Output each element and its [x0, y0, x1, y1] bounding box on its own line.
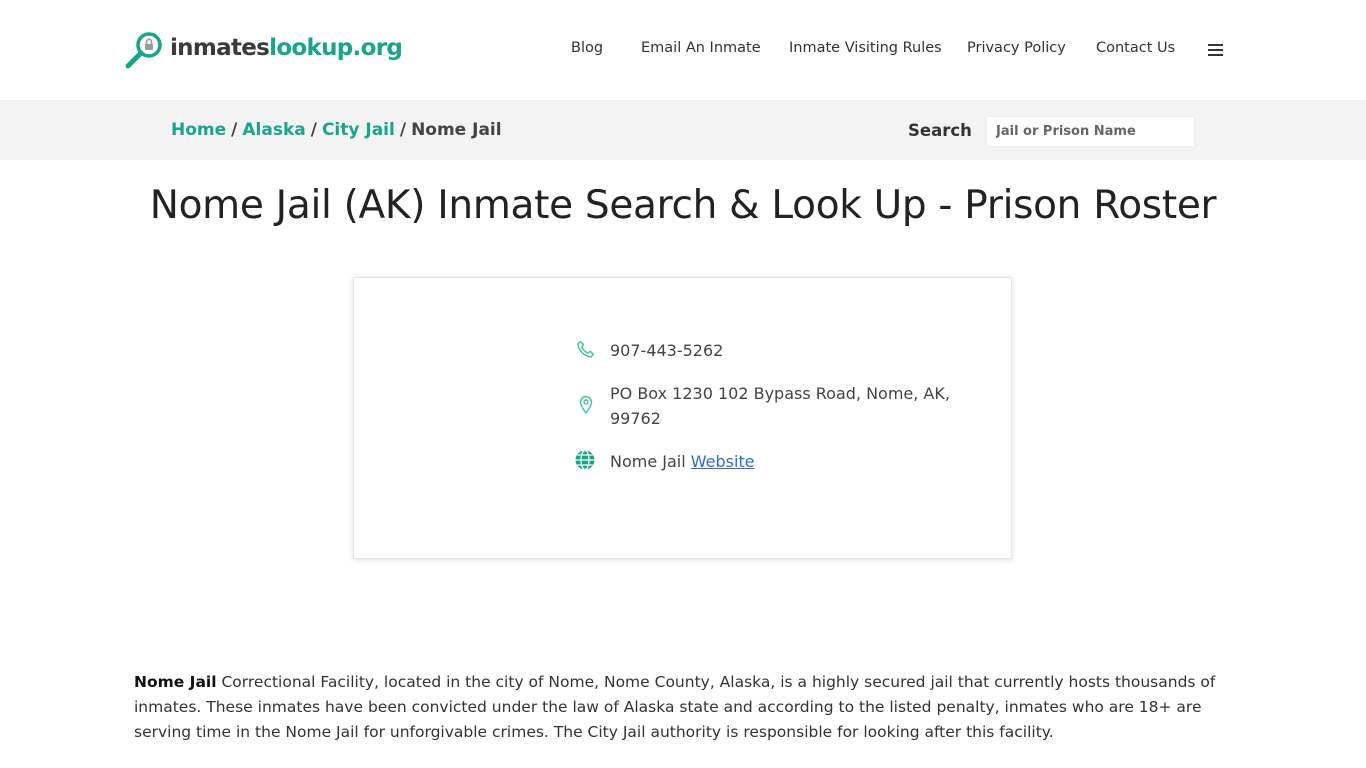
website-link[interactable]: Website [691, 452, 755, 471]
globe-icon [575, 449, 595, 471]
breadcrumb-current: Nome Jail [411, 120, 502, 140]
page-title: Nome Jail (AK) Inmate Search & Look Up -… [149, 183, 1217, 228]
breadcrumb-home[interactable]: Home [171, 120, 226, 140]
description-lead: Nome Jail [134, 673, 217, 691]
address-text: PO Box 1230 102 Bypass Road, Nome, AK, 9… [610, 384, 950, 428]
breadcrumb-alaska[interactable]: Alaska [242, 120, 305, 140]
website-text: Nome Jail Website [610, 449, 950, 474]
map-pin-icon [579, 395, 593, 415]
nav-email-an-inmate[interactable]: Email An Inmate [641, 40, 761, 56]
breadcrumb-separator: / [231, 120, 238, 140]
nav-privacy-policy[interactable]: Privacy Policy [967, 40, 1066, 56]
search-input[interactable] [986, 116, 1195, 147]
breadcrumb-city-jail[interactable]: City Jail [322, 120, 395, 140]
hamburger-menu-icon[interactable] [1208, 44, 1224, 57]
site-header: inmateslookup.org Blog Email An Inmate I… [0, 0, 1366, 100]
phone-icon [577, 340, 594, 358]
contact-card: 907-443-5262 PO Box 1230 102 Bypass Road… [353, 277, 1012, 559]
description-text: Correctional Facility, located in the ci… [134, 673, 1216, 741]
breadcrumb-separator: / [310, 120, 317, 140]
facility-description: Nome Jail Correctional Facility, located… [134, 670, 1224, 745]
nav-contact-us[interactable]: Contact Us [1096, 40, 1175, 56]
breadcrumb-separator: / [399, 120, 407, 140]
search-label: Search [908, 121, 972, 140]
nav-blog[interactable]: Blog [571, 40, 603, 56]
website-prefix: Nome Jail [610, 452, 686, 471]
phone-number[interactable]: 907-443-5262 [610, 338, 950, 363]
breadcrumb-bar: Home / Alaska / City Jail / Nome Jail Search [0, 100, 1366, 160]
nav-inmate-visiting-rules[interactable]: Inmate Visiting Rules [789, 40, 942, 56]
main-nav: Blog Email An Inmate Inmate Visiting Rul… [0, 40, 1366, 62]
breadcrumb: Home / Alaska / City Jail / Nome Jail [171, 120, 502, 140]
